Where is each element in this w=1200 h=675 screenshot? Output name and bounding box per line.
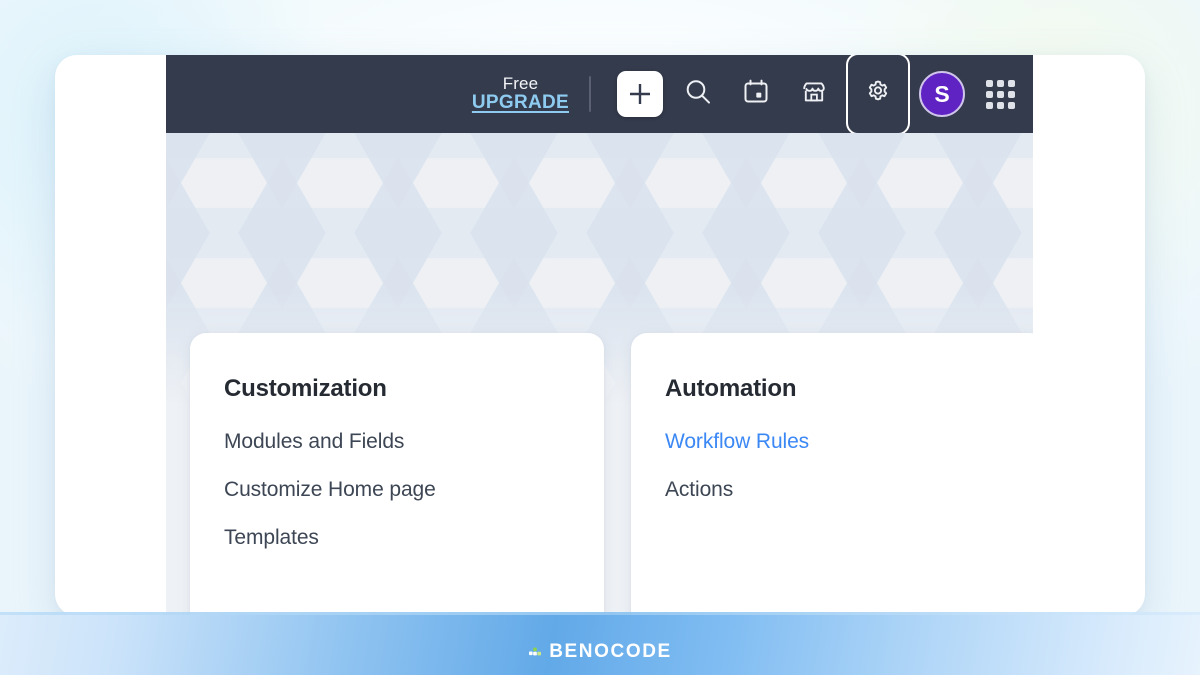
upgrade-link[interactable]: UPGRADE bbox=[472, 92, 569, 114]
card-title: Customization bbox=[224, 375, 387, 402]
grid-dot bbox=[996, 101, 1004, 109]
plan-label: Free bbox=[502, 73, 539, 93]
store-icon bbox=[799, 77, 829, 112]
benocode-watermark: BENOCODE bbox=[0, 641, 1200, 663]
card-title: Automation bbox=[665, 375, 797, 402]
calendar-icon bbox=[741, 77, 771, 112]
apps-grid-icon bbox=[985, 79, 1015, 109]
grid-dot bbox=[1007, 101, 1015, 109]
benocode-logo-mark bbox=[528, 642, 544, 663]
grid-dot bbox=[985, 90, 993, 98]
settings-card-customization: Customization Modules and Fields Customi… bbox=[190, 333, 604, 616]
settings-cards-container: Customization Modules and Fields Customi… bbox=[190, 333, 1033, 616]
top-navigation-bar: Free UPGRADE S bbox=[166, 55, 1033, 135]
apps-grid-button[interactable] bbox=[971, 65, 1029, 123]
upgrade-plan-block[interactable]: Free UPGRADE bbox=[472, 73, 569, 114]
app-window-frame: Free UPGRADE S Customization Modules and… bbox=[55, 55, 1145, 616]
user-avatar-button[interactable]: S bbox=[913, 65, 971, 123]
settings-card-automation: Automation Workflow Rules Actions bbox=[631, 333, 1033, 616]
link-workflow-rules[interactable]: Workflow Rules bbox=[665, 430, 809, 454]
avatar[interactable]: S bbox=[919, 71, 965, 117]
plus-icon bbox=[617, 71, 663, 117]
grid-dot bbox=[985, 79, 993, 87]
grid-dot bbox=[1007, 90, 1015, 98]
settings-button[interactable] bbox=[846, 55, 910, 135]
link-templates[interactable]: Templates bbox=[224, 526, 319, 550]
navbar-divider bbox=[589, 76, 591, 112]
marketplace-button[interactable] bbox=[785, 65, 843, 123]
link-customize-home-page[interactable]: Customize Home page bbox=[224, 478, 436, 502]
gear-icon bbox=[863, 77, 893, 112]
app-screenshot-region: Free UPGRADE S Customization Modules and… bbox=[166, 55, 1033, 616]
settings-content-area: Customization Modules and Fields Customi… bbox=[166, 133, 1033, 616]
grid-dot bbox=[985, 101, 993, 109]
link-modules-and-fields[interactable]: Modules and Fields bbox=[224, 430, 404, 454]
benocode-wordmark: BENOCODE bbox=[549, 641, 672, 662]
grid-dot bbox=[996, 90, 1004, 98]
add-button[interactable] bbox=[611, 65, 669, 123]
grid-dot bbox=[996, 79, 1004, 87]
link-actions[interactable]: Actions bbox=[665, 478, 733, 502]
calendar-button[interactable] bbox=[727, 65, 785, 123]
search-icon bbox=[683, 77, 713, 112]
grid-dot bbox=[1007, 79, 1015, 87]
search-button[interactable] bbox=[669, 65, 727, 123]
